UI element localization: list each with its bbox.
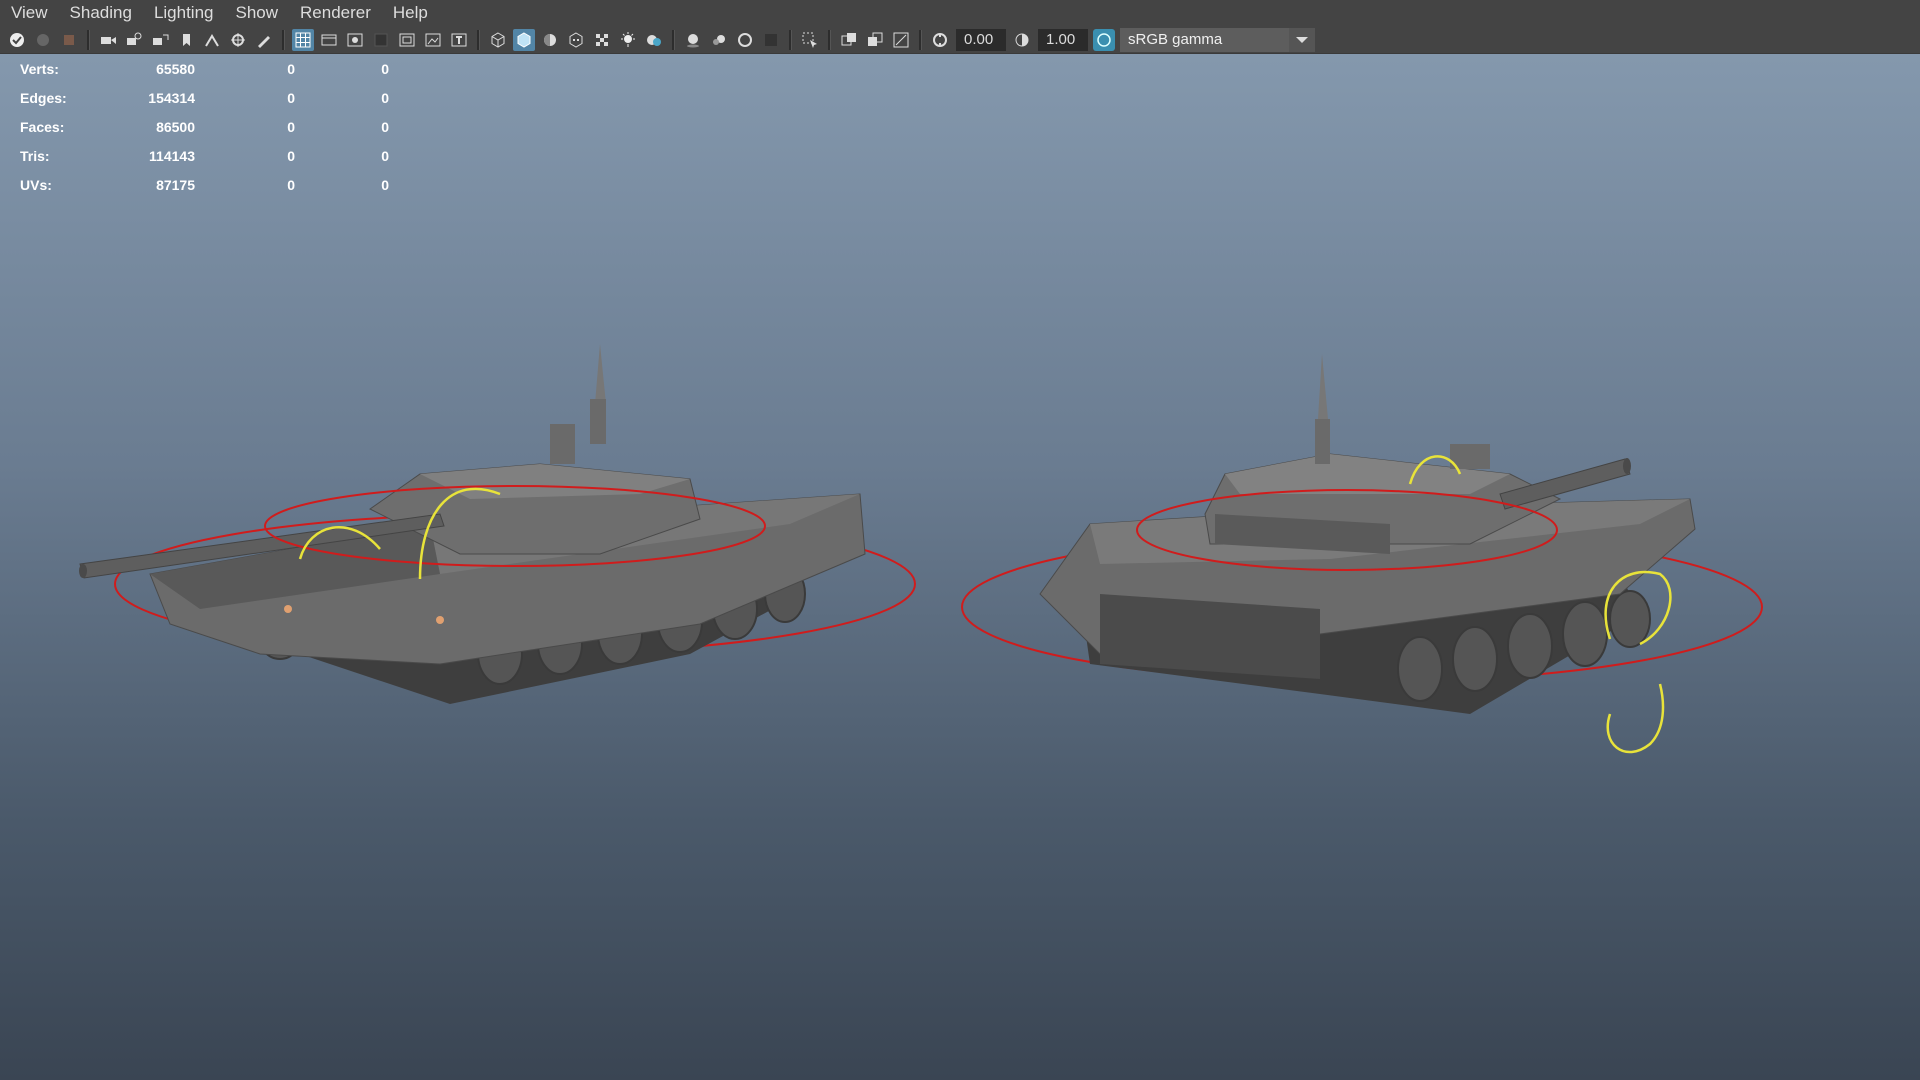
paint-icon[interactable] — [253, 29, 275, 51]
tank-mast — [590, 399, 606, 444]
light-marker — [284, 605, 292, 613]
menu-renderer[interactable]: Renderer — [289, 0, 382, 26]
camera-track-icon[interactable] — [123, 29, 145, 51]
gamma-icon[interactable] — [1011, 29, 1033, 51]
tank-antenna — [595, 344, 606, 404]
bookmark-flag-icon[interactable] — [175, 29, 197, 51]
menu-shading[interactable]: Shading — [59, 0, 143, 26]
barrel-muzzle — [79, 564, 87, 578]
menu-lighting[interactable]: Lighting — [143, 0, 225, 26]
menu-show[interactable]: Show — [225, 0, 290, 26]
move-tool-icon[interactable] — [227, 29, 249, 51]
use-lights-icon[interactable] — [617, 29, 639, 51]
color-management-icon[interactable] — [1093, 28, 1115, 51]
default-material-icon[interactable] — [539, 29, 561, 51]
camera-dolly-icon[interactable] — [149, 29, 171, 51]
shadows-icon[interactable] — [643, 29, 665, 51]
exposure-field[interactable]: 0.00 — [956, 28, 1006, 51]
scene-canvas[interactable] — [0, 54, 1920, 1080]
gate-mask-icon[interactable] — [370, 29, 392, 51]
light-marker — [436, 616, 444, 624]
resolution-gate-icon[interactable] — [344, 29, 366, 51]
chevron-down-icon[interactable] — [1289, 27, 1315, 52]
camera-attributes-icon[interactable] — [32, 29, 54, 51]
barrel-muzzle — [1623, 458, 1631, 474]
film-gate-icon[interactable] — [318, 29, 340, 51]
textured-icon[interactable] — [565, 29, 587, 51]
wireframe-icon[interactable] — [487, 29, 509, 51]
isolate-select-icon[interactable] — [799, 29, 821, 51]
tank-left[interactable] — [79, 344, 916, 704]
checker-icon[interactable] — [591, 29, 613, 51]
screen-space-ao-icon[interactable] — [682, 29, 704, 51]
tank-mast — [1315, 419, 1330, 464]
wheel-rotate-control-2[interactable] — [1606, 683, 1665, 754]
viewport[interactable]: Verts: 65580 0 0 Edges: 154314 0 0 Faces… — [0, 54, 1920, 1080]
smooth-shade-icon[interactable] — [513, 28, 535, 51]
xray-icon[interactable] — [838, 29, 860, 51]
turret-hatch — [550, 424, 575, 464]
menu-bar: View Shading Lighting Show Renderer Help — [0, 0, 1920, 26]
exposure-icon[interactable] — [929, 29, 951, 51]
tank-antenna — [1318, 354, 1328, 419]
anti-aliasing-icon[interactable] — [734, 29, 756, 51]
depth-of-field-icon[interactable] — [760, 29, 782, 51]
color-space-value: sRGB gamma — [1128, 30, 1223, 48]
select-camera-icon[interactable] — [6, 29, 28, 51]
xray-joints-icon[interactable] — [864, 29, 886, 51]
xray-components-icon[interactable] — [890, 29, 912, 51]
gamma-field[interactable]: 1.00 — [1038, 28, 1088, 51]
grid-snap-icon[interactable] — [201, 29, 223, 51]
color-space-dropdown[interactable]: sRGB gamma — [1120, 27, 1315, 52]
menu-view[interactable]: View — [0, 0, 59, 26]
safe-action-icon[interactable] — [422, 29, 444, 51]
safe-title-icon[interactable] — [448, 29, 470, 51]
bookmark-icon[interactable] — [58, 29, 80, 51]
field-chart-icon[interactable] — [396, 29, 418, 51]
menu-help[interactable]: Help — [382, 0, 439, 26]
panel-toolbar: 0.00 1.00 sRGB gamma — [0, 26, 1920, 54]
tank-right[interactable] — [961, 354, 1763, 754]
image-plane-icon[interactable] — [97, 29, 119, 51]
motion-blur-icon[interactable] — [708, 29, 730, 51]
grid-icon[interactable] — [292, 28, 314, 51]
tank-rear-plate — [1100, 594, 1320, 679]
